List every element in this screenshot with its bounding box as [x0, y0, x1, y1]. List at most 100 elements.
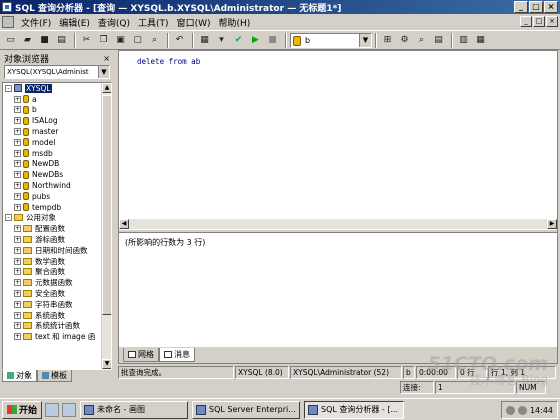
scroll-thumb[interactable]	[102, 95, 111, 315]
object-search-icon[interactable]: ⌕	[414, 33, 429, 48]
tree-item[interactable]: + msdb	[3, 148, 111, 159]
cut-icon[interactable]: ✂	[79, 33, 94, 48]
tree-item[interactable]: + 游标函数	[3, 234, 111, 245]
editor-hscrollbar[interactable]: ◀ ▶	[119, 219, 557, 229]
tree-item[interactable]: - 公用对象	[3, 213, 111, 224]
tree-item[interactable]: + 字符串函数	[3, 299, 111, 310]
tab-templates[interactable]: 模板	[37, 370, 72, 382]
paste-icon[interactable]: ▣	[113, 33, 128, 48]
insert-template-icon[interactable]: ▤	[54, 33, 69, 48]
expand-icon[interactable]: +	[14, 171, 21, 179]
save-icon[interactable]: ■	[37, 33, 52, 48]
expand-icon[interactable]: +	[14, 192, 21, 200]
tab-objects[interactable]: 对象	[2, 370, 37, 382]
menu-query[interactable]: 查询(Q)	[94, 16, 134, 29]
tree-item[interactable]: + model	[3, 137, 111, 148]
menu-file[interactable]: 文件(F)	[17, 16, 55, 29]
tree-item[interactable]: + NewDBs	[3, 169, 111, 180]
expand-icon[interactable]: +	[14, 333, 21, 341]
copy-icon[interactable]: ❐	[96, 33, 111, 48]
expand-icon[interactable]: +	[14, 322, 21, 330]
tree-item[interactable]: + Northwind	[3, 180, 111, 191]
tree-item[interactable]: + 系统统计函数	[3, 321, 111, 332]
maximize-button[interactable]: □	[529, 1, 543, 13]
expand-icon[interactable]: +	[14, 149, 21, 157]
object-browser-icon[interactable]: ▤	[431, 33, 446, 48]
tree-item[interactable]: + pubs	[3, 191, 111, 202]
query-text[interactable]: delete from ab	[137, 57, 200, 66]
expand-icon[interactable]: +	[14, 290, 21, 298]
quicklaunch-desktop-icon[interactable]	[62, 402, 77, 417]
tree-item[interactable]: + a	[3, 94, 111, 105]
collapse-icon[interactable]: -	[5, 214, 12, 222]
tab-grid[interactable]: 网格	[123, 348, 159, 362]
tray-icon[interactable]	[505, 405, 515, 415]
scroll-right-icon[interactable]: ▶	[547, 219, 557, 229]
expand-icon[interactable]: +	[14, 311, 21, 319]
expand-icon[interactable]: +	[14, 268, 21, 276]
tray-icon[interactable]	[517, 405, 527, 415]
tree-item[interactable]: + 安全函数	[3, 288, 111, 299]
results-mode-icon[interactable]: ▦	[197, 33, 212, 48]
expand-icon[interactable]: +	[14, 160, 21, 168]
expand-icon[interactable]: +	[14, 138, 21, 146]
tree-item[interactable]: + ISALog	[3, 115, 111, 126]
mdi-restore-button[interactable]: □	[533, 16, 545, 27]
tree-scrollbar[interactable]: ▲ ▼	[101, 83, 111, 369]
tree-item[interactable]: + 配置函数	[3, 223, 111, 234]
expand-icon[interactable]: +	[14, 246, 21, 254]
execution-plan-icon[interactable]: ⊞	[380, 33, 395, 48]
close-button[interactable]: ×	[544, 1, 558, 13]
task-paint[interactable]: 未命名 - 画图	[80, 400, 189, 419]
minimize-button[interactable]: _	[514, 1, 528, 13]
tree-item[interactable]: + master	[3, 126, 111, 137]
expand-icon[interactable]: +	[14, 106, 21, 114]
expand-icon[interactable]: +	[14, 236, 21, 244]
menu-tools[interactable]: 工具(T)	[134, 16, 173, 29]
tree-item[interactable]: + text 和 image 函	[3, 331, 111, 342]
query-editor[interactable]: delete from ab	[119, 51, 557, 219]
expand-icon[interactable]: +	[14, 95, 21, 103]
execute-icon[interactable]: ▶	[248, 33, 263, 48]
scroll-up-icon[interactable]: ▲	[102, 83, 111, 93]
undo-icon[interactable]: ↶	[172, 33, 187, 48]
parse-check-icon[interactable]: ✔	[231, 33, 246, 48]
task-query-analyzer[interactable]: SQL 查询分析器 - [...	[304, 400, 405, 419]
clear-icon[interactable]: ▢	[130, 33, 145, 48]
scroll-left-icon[interactable]: ◀	[119, 219, 129, 229]
expand-icon[interactable]: +	[14, 225, 21, 233]
quicklaunch-ie-icon[interactable]	[45, 402, 60, 417]
tree-item[interactable]: + tempdb	[3, 202, 111, 213]
expand-icon[interactable]: +	[14, 128, 21, 136]
chevron-down-icon[interactable]: ▼	[98, 66, 109, 78]
tree-item[interactable]: + 日期和时间函数	[3, 245, 111, 256]
find-icon[interactable]: ⌕	[147, 33, 162, 48]
tree-item[interactable]: + NewDB	[3, 159, 111, 170]
options-icon[interactable]: ▦	[473, 33, 488, 48]
tree-item[interactable]: + b	[3, 105, 111, 116]
menu-edit[interactable]: 编辑(E)	[55, 16, 94, 29]
menu-window[interactable]: 窗口(W)	[173, 16, 215, 29]
expand-icon[interactable]: +	[14, 117, 21, 125]
collapse-icon[interactable]: -	[5, 84, 12, 92]
open-icon[interactable]: ▰	[20, 33, 35, 48]
stop-icon[interactable]: ■	[265, 33, 280, 48]
index-tuning-icon[interactable]: ⚙	[397, 33, 412, 48]
show-results-icon[interactable]: ▥	[456, 33, 471, 48]
database-select[interactable]: b ▼	[290, 32, 372, 48]
mdi-close-button[interactable]: ×	[546, 16, 558, 27]
expand-icon[interactable]: +	[14, 300, 21, 308]
document-icon[interactable]	[2, 16, 14, 28]
tree-item[interactable]: + 元数据函数	[3, 277, 111, 288]
tree-item[interactable]: + 系统函数	[3, 310, 111, 321]
close-icon[interactable]: ×	[103, 54, 110, 63]
expand-icon[interactable]: +	[14, 279, 21, 287]
tree-item[interactable]: + 数学函数	[3, 256, 111, 267]
scroll-down-icon[interactable]: ▼	[102, 359, 111, 369]
server-select[interactable]: XYSQL(XYSQL\Administ ▼	[4, 65, 110, 79]
chevron-down-icon[interactable]: ▼	[359, 33, 371, 47]
task-enterprise-manager[interactable]: SQL Server Enterpri...	[192, 400, 301, 419]
new-query-icon[interactable]: ▭	[3, 33, 18, 48]
mdi-minimize-button[interactable]: _	[520, 16, 532, 27]
tree-item[interactable]: - XYSQL	[3, 83, 111, 94]
